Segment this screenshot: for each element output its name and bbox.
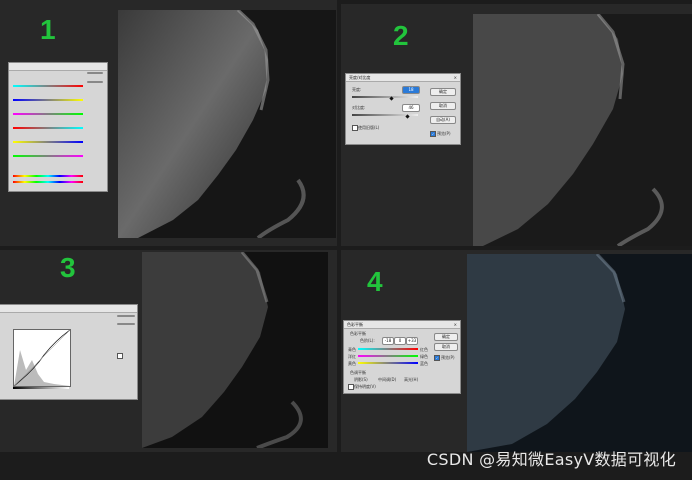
coastline-map bbox=[467, 254, 692, 452]
close-icon[interactable]: × bbox=[454, 74, 457, 81]
tone-shadows[interactable]: 阴影(S) bbox=[354, 377, 368, 383]
cyan-label: 青色 bbox=[348, 347, 356, 352]
brightness-slider[interactable] bbox=[352, 96, 418, 98]
curves-dialog bbox=[0, 304, 138, 400]
spectrum-bar-2 bbox=[13, 181, 83, 183]
cyan-red-slider[interactable] bbox=[358, 348, 418, 350]
contrast-label: 对比度: bbox=[352, 105, 366, 110]
map-image-3 bbox=[142, 252, 328, 448]
magenta-slider[interactable] bbox=[13, 155, 83, 157]
magenta-label: 洋红 bbox=[348, 354, 356, 359]
tone-highlights[interactable]: 高光(H) bbox=[404, 377, 418, 383]
curves-graph[interactable] bbox=[13, 329, 71, 387]
preview-checkbox[interactable]: ✓ bbox=[434, 355, 440, 361]
color-balance-group-label: 色彩平衡 bbox=[350, 331, 366, 336]
tone-balance-group-label: 色调平衡 bbox=[350, 370, 366, 375]
ok-button[interactable]: 确定 bbox=[430, 88, 456, 96]
level-input-3[interactable]: +33 bbox=[406, 337, 418, 345]
watermark: CSDN @易知微EasyV数据可视化 bbox=[426, 450, 676, 469]
coastline-map bbox=[473, 14, 692, 246]
preview-label: 预览(P) bbox=[441, 355, 455, 360]
dialog-titlebar: 色彩平衡 × bbox=[344, 321, 460, 329]
ok-button[interactable]: 确定 bbox=[434, 333, 458, 341]
preview-checkbox[interactable]: ✓ bbox=[430, 131, 436, 137]
yellow-slider[interactable] bbox=[13, 99, 83, 101]
color-balance-dialog: 色彩平衡 × 色彩平衡 色阶(L): -18 0 +33 青色 红色 洋红 绿色… bbox=[343, 320, 461, 394]
brightness-slider-knob[interactable] bbox=[389, 96, 394, 101]
dialog-title: 色彩平衡 bbox=[347, 322, 363, 327]
panel-2: 2 亮度/对比度 × 亮度: 18 对比度: 46 使用旧版(L) 确定 取消 … bbox=[341, 4, 692, 246]
cancel-button[interactable]: 取消 bbox=[434, 343, 458, 351]
input-gradient bbox=[13, 387, 69, 389]
levels-label: 色阶(L): bbox=[360, 338, 375, 343]
magenta-green-slider[interactable] bbox=[358, 355, 418, 357]
yellow-blue-slider[interactable] bbox=[358, 362, 418, 364]
blue-slider[interactable] bbox=[13, 141, 83, 143]
panel-number-4: 4 bbox=[367, 266, 383, 297]
red-label: 红色 bbox=[420, 347, 428, 352]
brightness-contrast-dialog: 亮度/对比度 × 亮度: 18 对比度: 46 使用旧版(L) 确定 取消 自动… bbox=[345, 73, 461, 145]
level-input-1[interactable]: -18 bbox=[382, 337, 394, 345]
legacy-label: 使用旧版(L) bbox=[358, 125, 380, 130]
spectrum-bar bbox=[13, 175, 83, 177]
panel-4: 4 色彩平衡 × 色彩平衡 色阶(L): -18 0 +33 青色 红色 洋红 … bbox=[341, 250, 692, 452]
map-image-2 bbox=[473, 14, 692, 246]
cancel-button[interactable] bbox=[87, 81, 103, 83]
panel-number-3: 3 bbox=[60, 252, 76, 283]
level-input-2[interactable]: 0 bbox=[394, 337, 406, 345]
coastline-map bbox=[118, 10, 336, 238]
coastline-map bbox=[142, 252, 328, 448]
dialog-title: 亮度/对比度 bbox=[349, 75, 371, 80]
hue-saturation-dialog bbox=[8, 62, 108, 192]
ok-button[interactable] bbox=[87, 72, 103, 74]
tone-midtones[interactable]: 中间调(D) bbox=[378, 377, 396, 383]
contrast-input[interactable]: 46 bbox=[402, 104, 420, 112]
red-slider[interactable] bbox=[13, 85, 83, 87]
keep-luminosity-label: 保持明度(V) bbox=[354, 384, 376, 389]
green-label: 绿色 bbox=[420, 354, 428, 359]
blue-label: 蓝色 bbox=[420, 361, 428, 366]
ok-button[interactable] bbox=[117, 315, 135, 317]
dialog-titlebar bbox=[0, 305, 137, 313]
preview-label: 预览(P) bbox=[437, 131, 451, 136]
cancel-button[interactable] bbox=[117, 323, 135, 325]
yellow-label: 黄色 bbox=[348, 361, 356, 366]
green-slider[interactable] bbox=[13, 113, 83, 115]
panel-number-1: 1 bbox=[40, 14, 56, 45]
brightness-input[interactable]: 18 bbox=[402, 86, 420, 94]
close-icon[interactable]: × bbox=[454, 321, 457, 328]
contrast-slider-knob[interactable] bbox=[405, 114, 410, 119]
panel-1: 1 bbox=[0, 0, 337, 246]
map-image-1 bbox=[118, 10, 336, 238]
auto-button[interactable]: 自动(A) bbox=[430, 116, 456, 124]
dialog-titlebar bbox=[9, 63, 107, 71]
curve-plot[interactable] bbox=[13, 329, 71, 387]
cyan-slider[interactable] bbox=[13, 127, 83, 129]
brightness-label: 亮度: bbox=[352, 87, 362, 92]
panel-number-2: 2 bbox=[393, 20, 409, 51]
dialog-titlebar: 亮度/对比度 × bbox=[346, 74, 460, 82]
map-image-4 bbox=[467, 254, 692, 452]
cancel-button[interactable]: 取消 bbox=[430, 102, 456, 110]
panel-3: 3 bbox=[0, 250, 337, 452]
preview-checkbox[interactable] bbox=[117, 353, 123, 359]
